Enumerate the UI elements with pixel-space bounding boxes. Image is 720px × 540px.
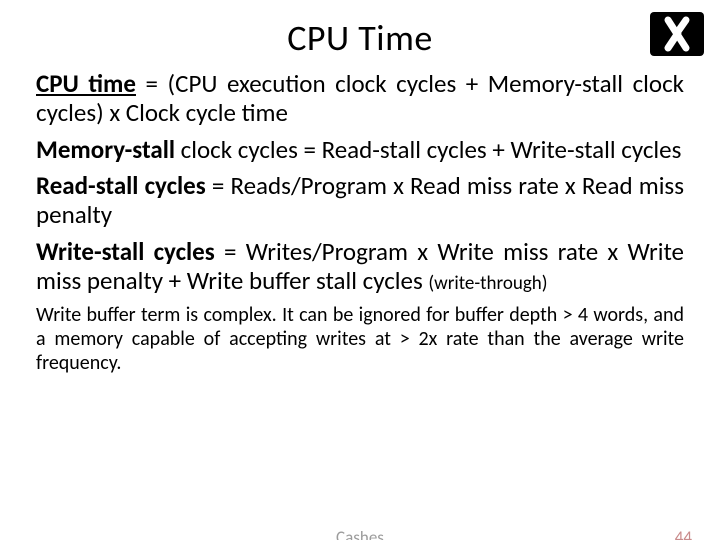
term-cpu-time: CPU time	[36, 68, 136, 99]
eq-write-stall-trail: (write-through)	[428, 272, 547, 295]
eq-memory-stall-rest: clock cycles = Read-stall cycles + Write…	[175, 134, 681, 165]
slide-title: CPU Time	[36, 16, 684, 60]
footer-label: Cashes	[336, 527, 384, 540]
term-read-stall: Read-stall cycles	[36, 170, 206, 201]
slide: CPU Time CPU time = (CPU execution clock…	[0, 0, 720, 540]
slide-body: CPU time = (CPU execution clock cycles +…	[36, 70, 684, 375]
equation-cpu-time: CPU time = (CPU execution clock cycles +…	[36, 70, 684, 128]
term-write-stall: Write-stall cycles	[36, 236, 215, 267]
institution-logo	[648, 10, 706, 58]
equation-read-stall: Read-stall cycles = Reads/Program x Read…	[36, 172, 684, 230]
equation-memory-stall: Memory-stall clock cycles = Read-stall c…	[36, 136, 684, 165]
term-memory-stall: Memory-stall	[36, 134, 175, 165]
note-write-buffer: Write buffer term is complex. It can be …	[36, 303, 684, 375]
equation-write-stall: Write-stall cycles = Writes/Program x Wr…	[36, 238, 684, 296]
page-number: 44	[675, 527, 692, 540]
